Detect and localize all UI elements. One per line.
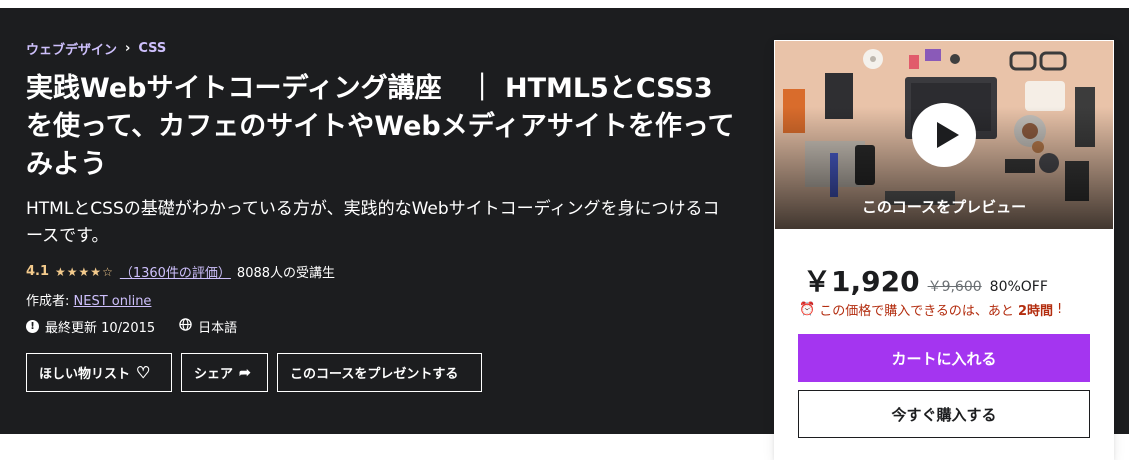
course-language: 日本語 (198, 321, 238, 336)
course-preview[interactable]: このコースをプレビュー (775, 41, 1113, 229)
sale-timer: ⏰ この価格で購入できるのは、あと 2時間! (799, 300, 1062, 319)
buy-now-button[interactable]: 今すぐ購入する (798, 390, 1090, 438)
course-title: 実践Webサイトコーディング講座 ｜ HTML5とCSS3を使って、カフェのサイ… (26, 73, 735, 180)
rating-row: 4.1 ★★★★☆ （1360件の評価） 8088人の受講生 (26, 262, 335, 281)
add-to-cart-button[interactable]: カートに入れる (798, 334, 1090, 382)
gift-label: このコースをプレゼントする (290, 366, 459, 381)
share-icon: ➦ (239, 364, 251, 380)
course-subtitle: HTMLとCSSの基礎がわかっている方が、実践的なWebサイトコーディングを身に… (26, 199, 720, 246)
rating-score: 4.1 (26, 264, 50, 279)
gift-course-button[interactable]: このコースをプレゼントする (277, 353, 482, 392)
last-updated: 最終更新 10/2015 (45, 321, 156, 336)
share-label: シェア (194, 366, 234, 381)
current-price: ￥1,920 (803, 265, 920, 298)
globe-icon (179, 318, 192, 335)
preview-label: このコースをプレビュー (861, 198, 1027, 216)
price-row: ￥1,920 ￥9,600 80%OFF (803, 260, 1048, 300)
purchase-card: このコースをプレビュー ￥1,920 ￥9,600 80%OFF ⏰ この価格で… (774, 40, 1114, 460)
discount-percent: 80%OFF (989, 279, 1048, 295)
timer-suffix: ! (1056, 302, 1063, 317)
author-prefix: 作成者: (26, 294, 74, 309)
action-buttons: ほしい物リスト ♡ シェア ➦ このコースをプレゼントする (26, 353, 482, 392)
play-icon[interactable] (912, 103, 976, 167)
wishlist-button[interactable]: ほしい物リスト ♡ (26, 353, 172, 392)
share-button[interactable]: シェア ➦ (181, 353, 268, 392)
breadcrumb-item-css[interactable]: CSS (138, 41, 166, 56)
wishlist-label: ほしい物リスト (39, 366, 131, 381)
chevron-right-icon: › (125, 41, 131, 56)
timer-hours: 2時間 (1017, 304, 1053, 319)
original-price: ￥9,600 (927, 279, 982, 295)
author-row: 作成者: NEST online (26, 290, 151, 309)
timer-text: この価格で購入できるのは、あと (819, 304, 1014, 319)
breadcrumb: ウェブデザイン › CSS (26, 39, 166, 58)
star-rating-icon: ★★★★☆ (55, 264, 114, 279)
ratings-count-link[interactable]: （1360件の評価） (120, 262, 231, 281)
alert-icon: ! (26, 320, 39, 333)
student-count: 8088人の受講生 (236, 266, 336, 281)
heart-icon: ♡ (136, 364, 151, 382)
alarm-clock-icon: ⏰ (799, 302, 816, 317)
breadcrumb-item-web-design[interactable]: ウェブデザイン (26, 39, 117, 58)
author-link[interactable]: NEST online (74, 294, 152, 309)
meta-row: ! 最終更新 10/2015 日本語 (26, 317, 237, 336)
